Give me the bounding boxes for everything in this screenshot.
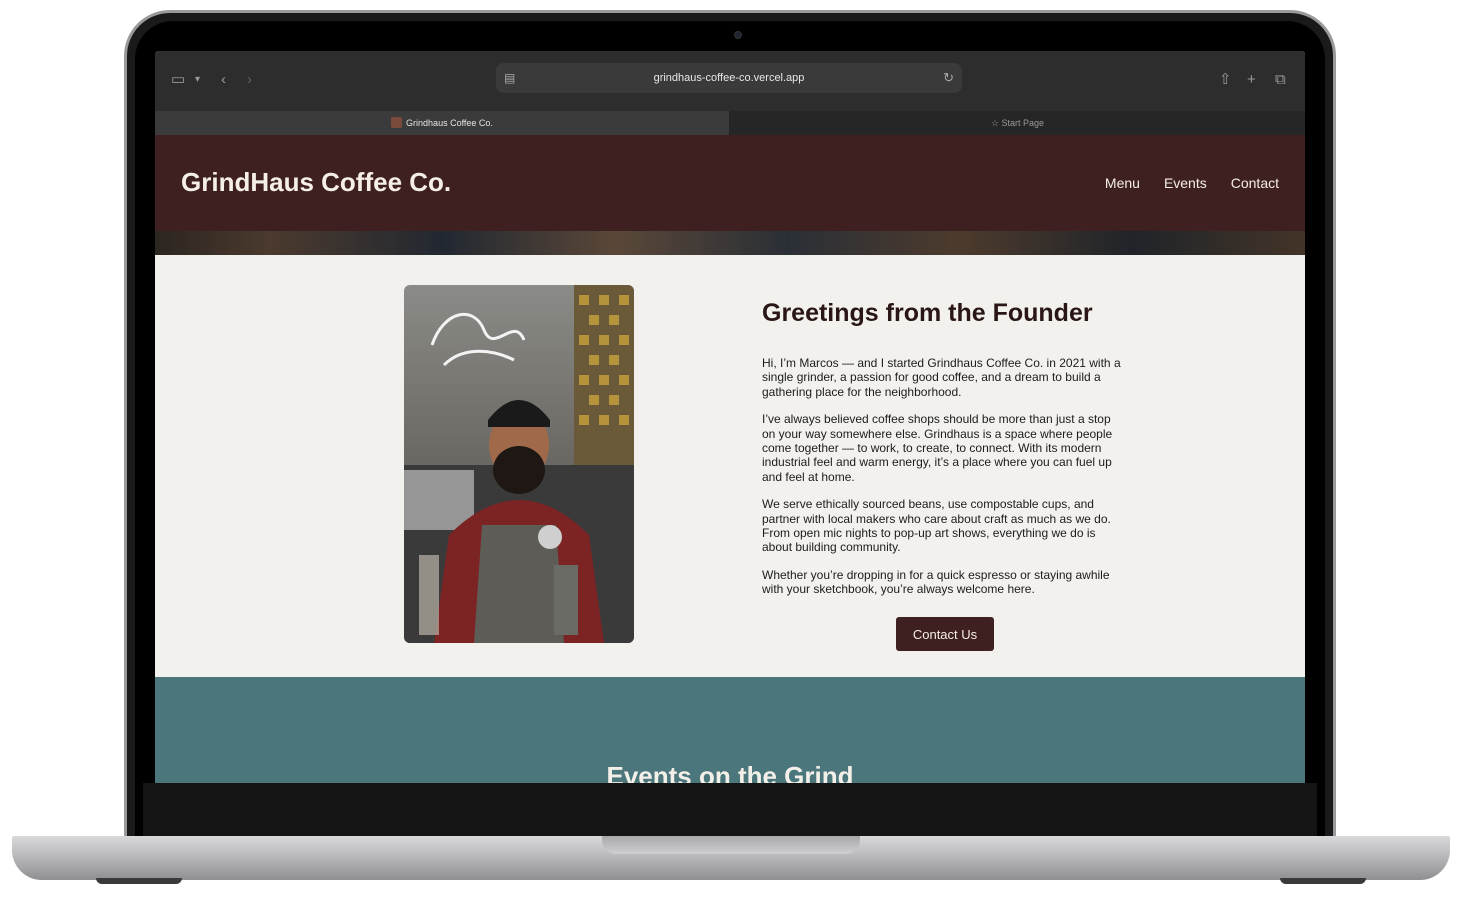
paragraph: Hi, I’m Marcos — and I started Grindhaus… [762, 356, 1121, 399]
star-icon: ☆ [990, 118, 1002, 128]
address-bar[interactable]: ▤ grindhaus-coffee-co.vercel.app ↻ [496, 63, 962, 93]
tab-label: Start Page [1001, 118, 1045, 128]
browser-toolbar: ▭ ▾ ‹ › ▤ grindhaus-coffee-co.vercel.app… [155, 51, 1305, 111]
site-logo[interactable]: GrindHaus Coffee Co. [181, 167, 451, 198]
paragraph: I’ve always believed coffee shops should… [762, 412, 1113, 484]
laptop-foot [1280, 878, 1366, 884]
founder-section: Greetings from the Founder Hi, I’m Marco… [155, 255, 1305, 677]
main-nav: Menu Events Contact [1105, 175, 1279, 191]
browser-window: ▭ ▾ ‹ › ▤ grindhaus-coffee-co.vercel.app… [155, 51, 1305, 797]
paragraph: We serve ethically sourced beans, use co… [762, 497, 1111, 555]
founder-photo [404, 285, 634, 643]
sidebar-icon[interactable]: ▭ [171, 69, 185, 91]
founder-portrait-image [404, 285, 634, 643]
paragraph: Whether you’re dropping in for a quick e… [762, 567, 1110, 597]
nav-events[interactable]: Events [1164, 175, 1207, 191]
screen-bezel: ▭ ▾ ‹ › ▤ grindhaus-coffee-co.vercel.app… [135, 21, 1325, 843]
contact-us-button[interactable]: Contact Us [896, 617, 994, 651]
back-icon[interactable]: ‹ [221, 69, 226, 91]
forward-icon[interactable]: › [247, 69, 252, 91]
reload-icon[interactable]: ↻ [943, 63, 954, 93]
camera-icon [734, 31, 742, 39]
share-icon[interactable]: ⇧ [1219, 69, 1232, 91]
laptop-lid: ▭ ▾ ‹ › ▤ grindhaus-coffee-co.vercel.app… [124, 10, 1336, 846]
tab-start-page[interactable]: ☆ Start Page [730, 111, 1305, 135]
screen-chin [143, 783, 1317, 843]
trackpad-notch [602, 836, 860, 854]
chevron-down-icon[interactable]: ▾ [195, 69, 200, 91]
laptop-base [12, 836, 1450, 880]
tab-grindhaus[interactable]: Grindhaus Coffee Co. [155, 111, 729, 135]
nav-menu[interactable]: Menu [1105, 175, 1140, 191]
favicon-icon [391, 117, 403, 128]
tab-bar: Grindhaus Coffee Co. ☆ Start Page [155, 111, 1305, 135]
events-section: Events on the Grind [155, 677, 1305, 797]
camera-notch [670, 21, 808, 51]
laptop-foot [96, 878, 182, 884]
url-text: grindhaus-coffee-co.vercel.app [653, 72, 805, 84]
site-header: GrindHaus Coffee Co. Menu Events Contact [155, 135, 1305, 231]
page-settings-icon[interactable]: ▤ [504, 63, 515, 93]
hero-image-strip [155, 231, 1305, 255]
tabs-overview-icon[interactable]: ⧉ [1275, 69, 1286, 91]
founder-text: Greetings from the Founder Hi, I’m Marco… [762, 299, 1122, 610]
section-title: Greetings from the Founder [762, 299, 1093, 327]
tab-label: Grindhaus Coffee Co. [406, 118, 493, 128]
nav-contact[interactable]: Contact [1231, 175, 1279, 191]
new-tab-icon[interactable]: + [1247, 69, 1256, 91]
